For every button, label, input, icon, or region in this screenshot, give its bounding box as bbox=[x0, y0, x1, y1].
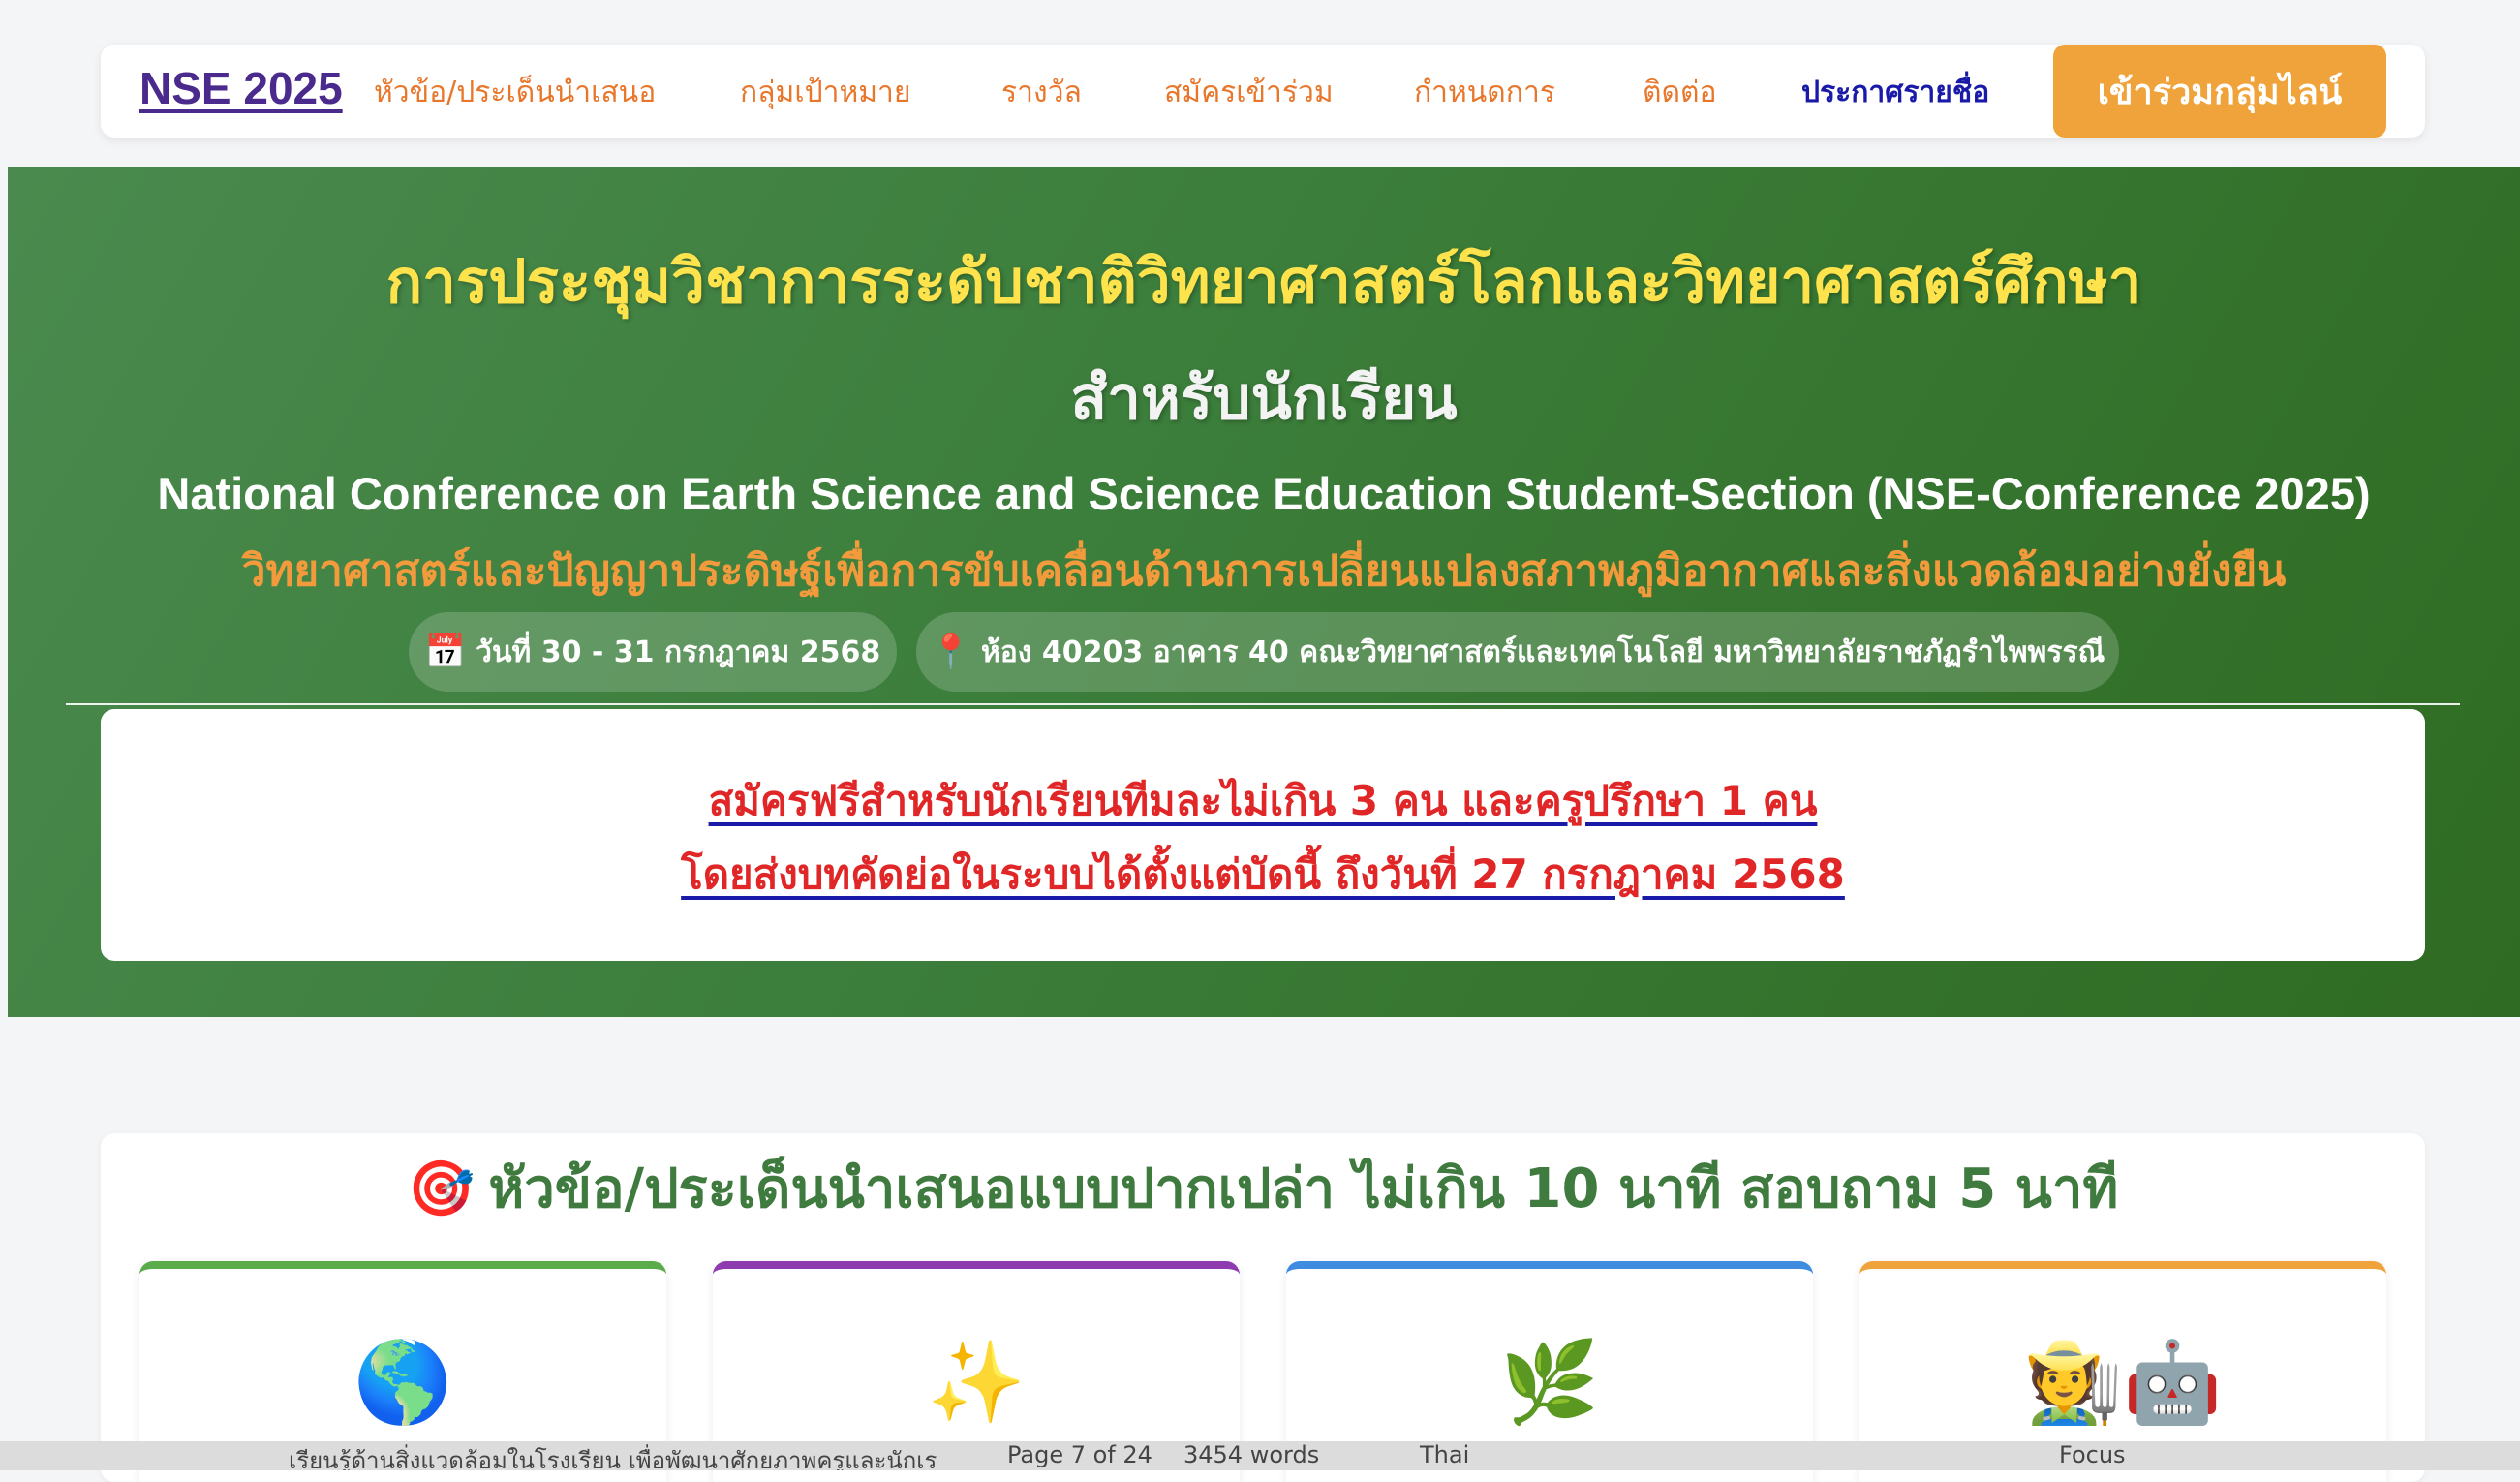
document-text-snippet: เรียนรู้ด้านสิ่งแวดล้อมในโรงเรียน เพื่อพ… bbox=[289, 1447, 937, 1470]
calendar-icon: 📅 bbox=[424, 633, 467, 671]
herb-icon: 🌿 bbox=[1499, 1337, 1600, 1429]
word-count: 3454 words bbox=[1183, 1441, 1320, 1468]
hero-title: การประชุมวิชาการระดับชาติวิทยาศาสตร์โลกแ… bbox=[385, 246, 2142, 317]
farmer-robot-icon: 🧑‍🌾🤖 bbox=[2023, 1337, 2223, 1429]
hero-subtitle: สำหรับนักเรียน bbox=[1070, 362, 1458, 433]
nav-link-contact[interactable]: ติดต่อ bbox=[1643, 70, 1716, 115]
nav-link-announcement[interactable]: ประกาศรายชื่อ bbox=[1801, 70, 1989, 115]
hero-english-title: National Conference on Earth Science and… bbox=[157, 468, 2371, 519]
globe-icon: 🌎 bbox=[353, 1337, 453, 1429]
date-text: วันที่ 30 - 31 กรกฎาคม 2568 bbox=[476, 634, 881, 669]
location-text: ห้อง 40203 อาคาร 40 คณะวิทยาศาสตร์และเทค… bbox=[980, 634, 2105, 669]
hero-banner: การประชุมวิชาการระดับชาติวิทยาศาสตร์โลกแ… bbox=[8, 167, 2520, 1017]
nav-link-register[interactable]: สมัครเข้าร่วม bbox=[1164, 70, 1334, 115]
document-status-bar: เรียนรู้ด้านสิ่งแวดล้อมในโรงเรียน เพื่อพ… bbox=[0, 1441, 2520, 1470]
date-badge: 📅 วันที่ 30 - 31 กรกฎาคม 2568 bbox=[409, 612, 897, 692]
language-indicator[interactable]: Thai bbox=[1420, 1441, 1469, 1468]
topics-heading: 🎯 หัวข้อ/ประเด็นนำเสนอแบบปากเปล่า ไม่เกิน… bbox=[407, 1158, 2119, 1220]
nav-link-target-groups[interactable]: กลุ่มเป้าหมาย bbox=[740, 70, 910, 115]
sparkles-icon: ✨ bbox=[926, 1337, 1027, 1429]
nav-link-schedule[interactable]: กำหนดการ bbox=[1414, 70, 1555, 115]
notice-line-1[interactable]: สมัครฟรีสำหรับนักเรียนทีมละไม่เกิน 3 คน … bbox=[101, 769, 2425, 833]
focus-mode-button[interactable]: Focus bbox=[2059, 1441, 2126, 1468]
topics-section: 🎯 หัวข้อ/ประเด็นนำเสนอแบบปากเปล่า ไม่เกิน… bbox=[101, 1133, 2425, 1482]
hero-divider bbox=[66, 703, 2460, 705]
top-navbar: NSE 2025 หัวข้อ/ประเด็นนำเสนอ กลุ่มเป้าห… bbox=[101, 45, 2425, 138]
nav-link-topics[interactable]: หัวข้อ/ประเด็นนำเสนอ bbox=[374, 70, 656, 115]
brand-logo-link[interactable]: NSE 2025 bbox=[139, 62, 343, 114]
target-icon: 🎯 bbox=[407, 1158, 476, 1220]
hero-theme: วิทยาศาสตร์และปัญญาประดิษฐ์เพื่อการขับเค… bbox=[241, 546, 2287, 596]
nav-link-awards[interactable]: รางวัล bbox=[1001, 70, 1082, 115]
registration-notice: สมัครฟรีสำหรับนักเรียนทีมละไม่เกิน 3 คน … bbox=[101, 709, 2425, 961]
page-count: Page 7 of 24 bbox=[1007, 1441, 1152, 1468]
notice-line-2[interactable]: โดยส่งบทคัดย่อในระบบได้ตั้งแต่บัดนี้ ถึง… bbox=[101, 843, 2425, 907]
location-badge: 📍 ห้อง 40203 อาคาร 40 คณะวิทยาศาสตร์และเ… bbox=[916, 612, 2119, 692]
join-line-group-button[interactable]: เข้าร่วมกลุ่มไลน์ bbox=[2053, 45, 2386, 138]
map-pin-icon: 📍 bbox=[930, 633, 971, 671]
